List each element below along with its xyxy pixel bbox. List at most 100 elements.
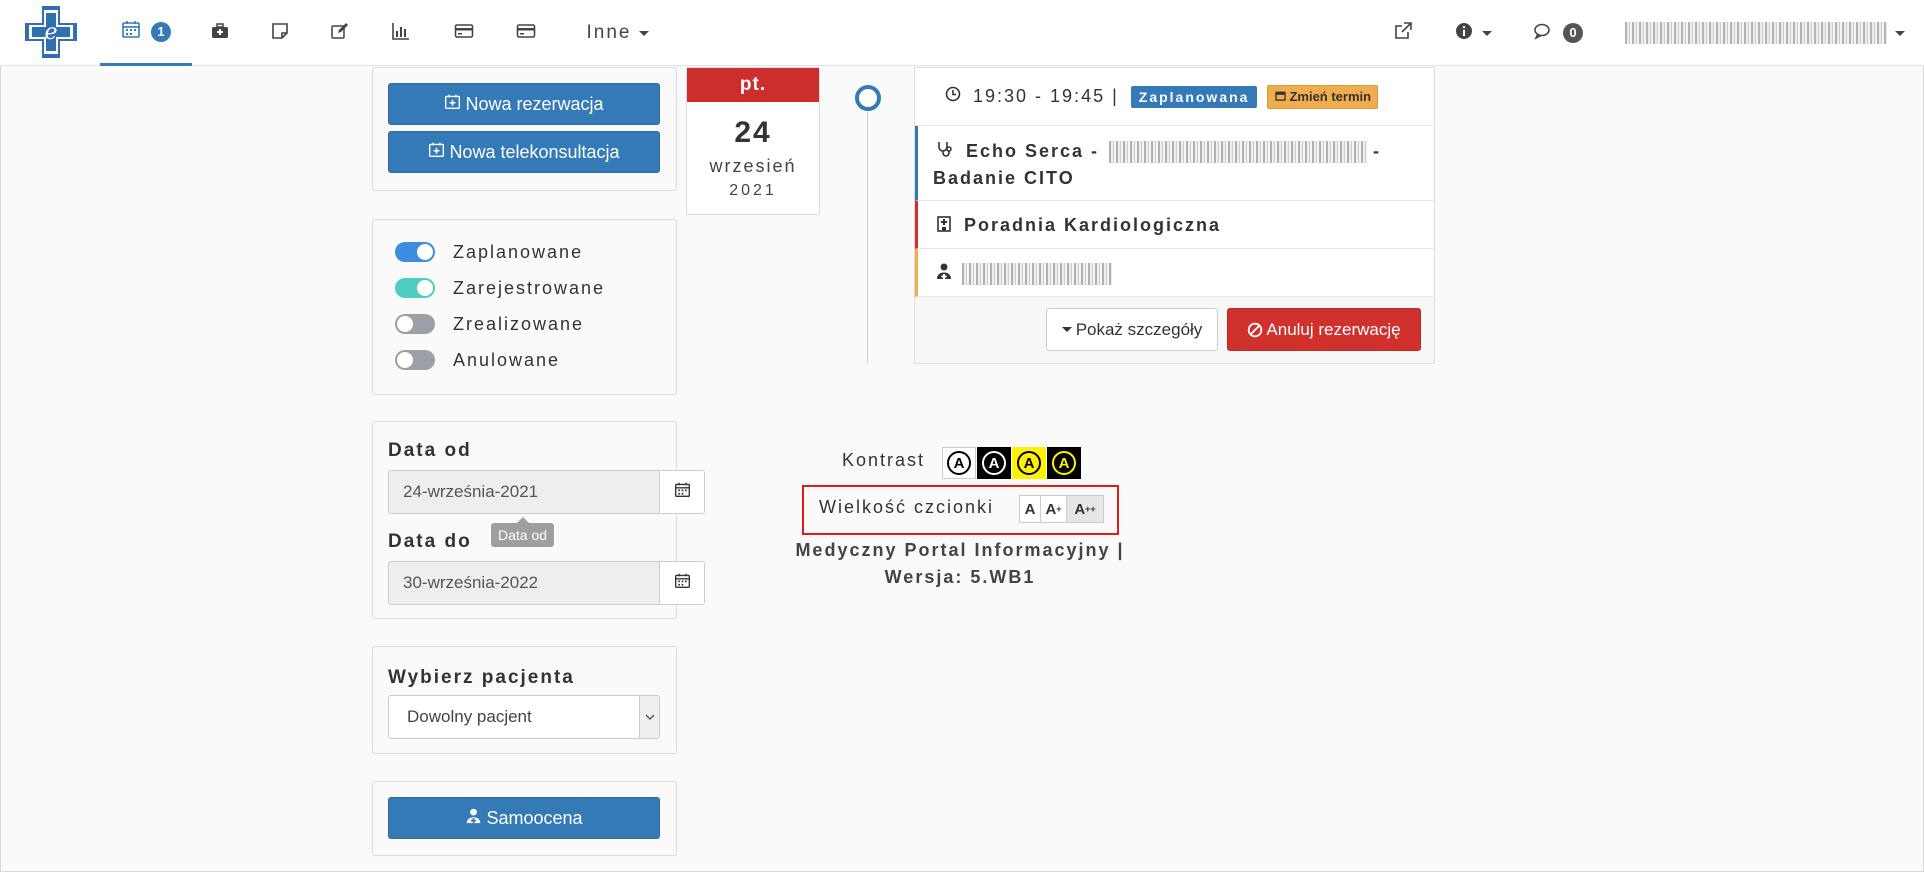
date-range-panel: Data od 24-września-2021 Data od Data do… <box>372 421 705 619</box>
credit-card-icon <box>454 21 474 46</box>
nav-external-link[interactable] <box>1388 0 1418 66</box>
filter-scheduled-label: Zaplanowane <box>453 241 584 262</box>
date-to-input[interactable]: 30-września-2022 <box>388 561 660 605</box>
font-size-xlarge-label: A <box>1074 500 1086 518</box>
calendar-plus-icon <box>428 141 449 163</box>
filter-cancelled-toggle[interactable] <box>395 350 435 370</box>
patient-select[interactable]: Dowolny pacjent <box>388 695 660 739</box>
filter-completed: Zrealizowane <box>395 312 584 336</box>
appointment-doctor-row <box>915 249 1434 297</box>
appointment-service-row: Echo Serca - - Badanie CITO <box>915 126 1434 201</box>
nav-calendar[interactable]: 1 <box>100 0 192 66</box>
nav-statistics[interactable] <box>386 0 416 66</box>
contrast-dark-icon: A <box>982 451 1006 475</box>
font-size-normal-label: A <box>1024 500 1036 518</box>
date-from-tooltip: Data od <box>491 517 555 547</box>
appointment-service-detail: Badanie CITO <box>933 168 1075 188</box>
appointment-service-dash: - <box>1373 141 1382 161</box>
nav-medical-kit[interactable] <box>205 0 235 66</box>
appointment-doctor-line <box>936 262 1112 285</box>
appointment-date-card: pt. 24 wrzesień 2021 <box>686 67 820 215</box>
cancel-reservation-button[interactable]: Anuluj rezerwację <box>1227 308 1421 351</box>
app-logo[interactable]: e <box>22 3 80 61</box>
sticky-note-icon <box>270 21 290 46</box>
status-filters-panel: Zaplanowane Zarejestrowane Zrealizowane … <box>372 219 677 395</box>
appointment-service-line1: Echo Serca - - <box>936 140 1381 163</box>
appointment-clinic-row: Poradnia Kardiologiczna <box>915 201 1434 249</box>
show-details-label: Pokaż szczegóły <box>1075 319 1203 339</box>
appointment-clinic-line: Poradnia Kardiologiczna <box>936 214 1221 237</box>
actions-panel: Nowa rezerwacja Nowa telekonsultacja <box>372 67 677 191</box>
contrast-black-yellow-button[interactable]: A <box>1047 447 1081 479</box>
messages-badge: 0 <box>1563 23 1583 43</box>
nav-notes[interactable] <box>265 0 295 66</box>
appointment-status-badge: Zaplanowana <box>1130 85 1258 108</box>
change-term-label: Zmień termin <box>1289 89 1372 104</box>
contrast-dark-button[interactable]: A <box>977 447 1011 479</box>
date-to-label: Data do <box>388 531 472 552</box>
font-size-xlarge-button[interactable]: A ++ <box>1067 495 1104 523</box>
filter-scheduled-toggle[interactable] <box>395 242 435 262</box>
appointment-card: 19:30 - 19:45 | Zaplanowana Zmień termin… <box>914 67 1435 364</box>
bar-chart-icon <box>391 21 411 46</box>
self-assessment-button[interactable]: Samoocena <box>388 797 660 839</box>
new-reservation-button[interactable]: Nowa rezerwacja <box>388 83 660 125</box>
new-teleconsultation-button[interactable]: Nowa telekonsultacja <box>388 131 660 173</box>
nav-edit[interactable] <box>325 0 355 66</box>
timeline-marker <box>855 85 881 111</box>
card-icon <box>516 21 536 46</box>
date-year: 2021 <box>729 182 777 199</box>
nav-more-label: Inne <box>586 22 632 43</box>
calendar-badge: 1 <box>151 21 171 42</box>
cancel-reservation-label: Anuluj rezerwację <box>1266 319 1401 339</box>
user-doctor-icon <box>465 807 486 829</box>
filter-registered-toggle[interactable] <box>395 278 435 298</box>
date-from-input[interactable]: 24-września-2021 <box>388 470 660 514</box>
date-from-label: Data od <box>388 440 472 461</box>
contrast-yellow-icon: A <box>1017 451 1041 475</box>
filter-completed-label: Zrealizowane <box>453 313 585 334</box>
nav-info-dropdown[interactable] <box>1448 0 1498 66</box>
font-size-normal-button[interactable]: A <box>1019 495 1041 523</box>
calendar-icon <box>1274 89 1289 105</box>
nav-cards[interactable] <box>511 0 541 66</box>
nav-messages[interactable]: 0 <box>1526 0 1590 66</box>
font-size-large-button[interactable]: A + <box>1041 495 1067 523</box>
chevron-down-icon <box>639 30 650 36</box>
show-details-button[interactable]: Pokaż szczegóły <box>1046 308 1218 351</box>
contrast-black-yellow-icon: A <box>1052 451 1076 475</box>
date-to-picker-button[interactable] <box>660 561 705 605</box>
portal-version: Wersja: 5.WB1 <box>884 567 1036 587</box>
medkit-icon <box>210 21 230 46</box>
stethoscope-icon <box>936 140 954 163</box>
calendar-icon <box>674 572 691 594</box>
contrast-default-icon: A <box>947 451 971 475</box>
contrast-default-button[interactable]: A <box>942 447 976 479</box>
svg-text:e: e <box>44 20 57 45</box>
timeline-line <box>867 111 868 363</box>
top-navbar: e 1 Inne 0 <box>0 0 1924 66</box>
doctor-name-redacted <box>1109 140 1368 163</box>
change-term-button[interactable]: Zmień termin <box>1267 84 1379 109</box>
chevron-down-icon <box>1482 30 1492 36</box>
info-icon <box>1454 21 1474 46</box>
contrast-label: Kontrast <box>842 450 926 470</box>
patient-select-value: Dowolny pacjent <box>407 707 532 726</box>
appointment-time: 19:30 - 19:45 | <box>973 86 1119 106</box>
date-from-picker-button[interactable] <box>660 470 705 514</box>
contrast-yellow-button[interactable]: A <box>1012 447 1046 479</box>
filter-completed-toggle[interactable] <box>395 314 435 334</box>
patient-select-panel: Wybierz pacjenta Dowolny pacjent <box>372 646 677 754</box>
ban-icon <box>1247 322 1263 338</box>
new-teleconsultation-label: Nowa telekonsultacja <box>449 141 620 162</box>
edit-icon <box>330 21 350 46</box>
clock-icon <box>945 86 961 107</box>
new-reservation-label: Nowa rezerwacja <box>465 93 604 114</box>
font-size-xlarge-sup: ++ <box>1085 504 1096 514</box>
user-menu-dropdown[interactable] <box>1620 0 1910 66</box>
nav-more-dropdown[interactable]: Inne <box>568 0 668 66</box>
date-day: 24 <box>734 116 772 149</box>
user-doctor-icon <box>936 262 952 285</box>
date-day-of-week: pt. <box>687 68 819 102</box>
nav-payments[interactable] <box>449 0 479 66</box>
